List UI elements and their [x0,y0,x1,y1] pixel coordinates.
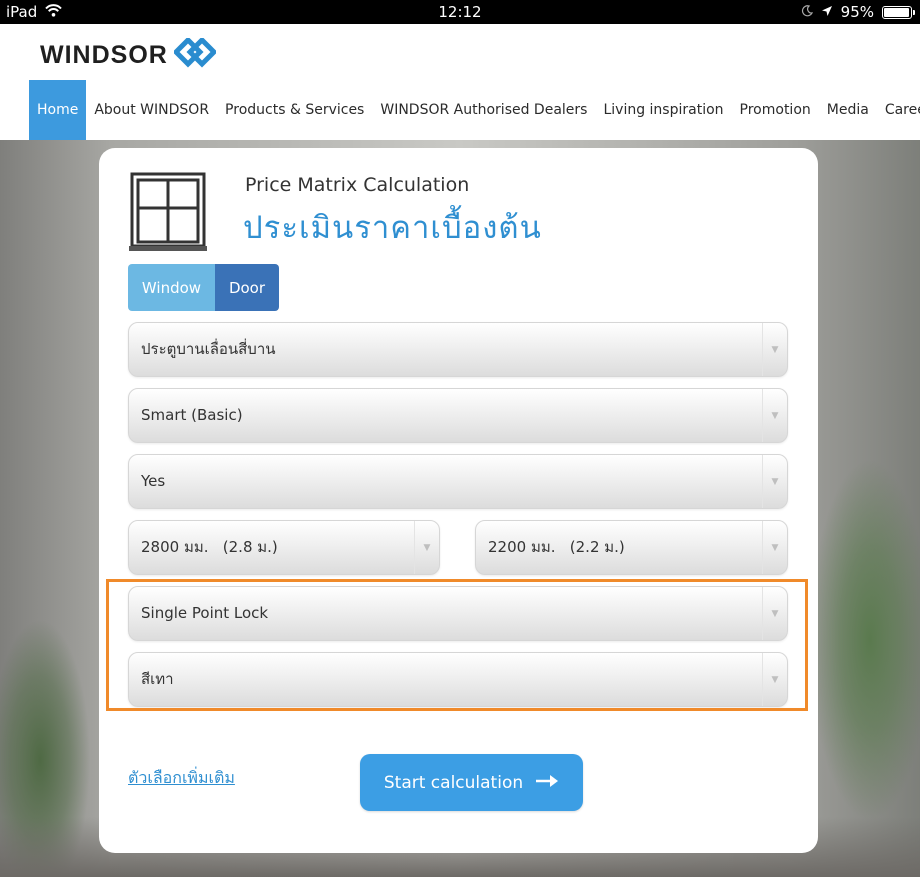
nav-item-media[interactable]: Media [819,80,877,140]
arrow-right-icon [535,773,559,793]
status-time: 12:12 [438,3,482,21]
nav-item-home[interactable]: Home [29,80,87,140]
more-options-link[interactable]: ตัวเลือกเพิ่มเติม [128,766,235,791]
chevron-down-icon: ▼ [762,455,787,508]
main-nav: Home About WINDSOR Products & Services W… [29,80,920,140]
start-calculation-label: Start calculation [383,772,524,793]
status-bar: iPad 12:12 95% [0,0,920,24]
chevron-down-icon: ▼ [762,521,787,574]
logo-text: WINDSOR [40,40,168,69]
select-type[interactable]: ประตูบานเลื่อนสี่บาน ▼ [128,322,788,377]
battery-icon [882,5,915,19]
select-height[interactable]: 2200 มม. (2.2 ม.) ▼ [475,520,788,575]
chevron-down-icon: ▼ [762,323,787,376]
location-icon [821,3,833,21]
select-width[interactable]: 2800 มม. (2.8 ม.) ▼ [128,520,440,575]
nav-item-about[interactable]: About WINDSOR [86,80,217,140]
tab-window[interactable]: Window [128,264,215,311]
windsor-logo[interactable]: WINDSOR [40,36,218,72]
select-option[interactable]: Yes ▼ [128,454,788,509]
select-series[interactable]: Smart (Basic) ▼ [128,388,788,443]
nav-item-careers[interactable]: Careers [877,80,920,140]
nav-item-dealers[interactable]: WINDSOR Authorised Dealers [372,80,595,140]
window-icon [129,172,209,254]
nav-item-promotion[interactable]: Promotion [732,80,819,140]
chevron-down-icon: ▼ [414,521,439,574]
battery-percent: 95% [840,3,874,21]
select-option-value: Yes [141,472,166,490]
chevron-down-icon: ▼ [762,389,787,442]
start-calculation-button[interactable]: Start calculation [360,754,583,811]
nav-item-products[interactable]: Products & Services [217,80,372,140]
site-header: WINDSOR Home About WINDSOR Products & Se… [0,24,920,140]
highlight-box [106,579,808,711]
logo-diamond-icon [172,36,218,72]
calculator-title-en: Price Matrix Calculation [245,174,470,196]
select-series-value: Smart (Basic) [141,406,243,424]
calculator-title-th: ประเมินราคาเบื้องต้น [243,210,542,246]
select-type-value: ประตูบานเลื่อนสี่บาน [141,340,276,358]
tab-door[interactable]: Door [215,264,279,311]
product-type-toggle: Window Door [128,264,279,311]
select-width-value: 2800 มม. (2.8 ม.) [141,538,278,556]
select-height-value: 2200 มม. (2.2 ม.) [488,538,625,556]
moon-icon [801,3,813,21]
nav-item-living[interactable]: Living inspiration [595,80,731,140]
